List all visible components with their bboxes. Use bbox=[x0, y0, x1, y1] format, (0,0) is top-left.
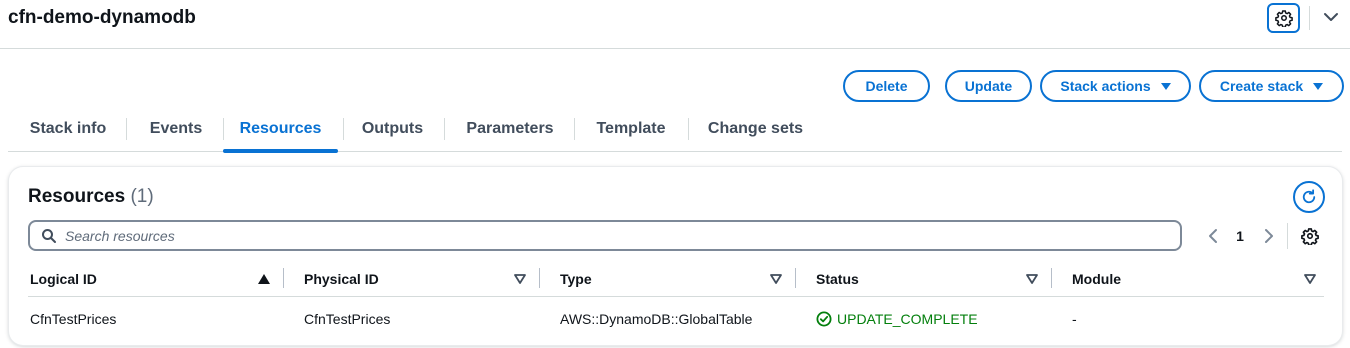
cell-type: AWS::DynamoDB::GlobalTable bbox=[560, 311, 753, 327]
sort-icon[interactable] bbox=[513, 272, 527, 286]
column-resizer[interactable] bbox=[795, 268, 796, 288]
tab-divider bbox=[574, 118, 575, 140]
header-divider bbox=[1309, 6, 1310, 30]
tab-label: Change sets bbox=[707, 119, 804, 137]
resources-heading: Resources (1) bbox=[28, 186, 154, 208]
delete-button-label: Delete bbox=[865, 78, 908, 94]
tab-divider bbox=[343, 118, 344, 140]
next-page-button[interactable] bbox=[1259, 225, 1279, 247]
column-header-status[interactable]: Status bbox=[816, 265, 859, 293]
tab-divider bbox=[444, 118, 445, 140]
cell-physical-id: CfnTestPrices bbox=[304, 311, 391, 327]
page-header: cfn-demo-dynamodb bbox=[0, 0, 1350, 49]
stack-tabs: Stack info Events Resources Outputs Para… bbox=[8, 106, 1342, 153]
resources-count: (1) bbox=[130, 186, 154, 207]
tab-label: Template bbox=[596, 119, 666, 137]
update-button-label: Update bbox=[964, 78, 1013, 94]
search-icon bbox=[41, 228, 57, 244]
caret-down-icon bbox=[1313, 82, 1324, 90]
column-header-logical-id[interactable]: Logical ID bbox=[30, 265, 97, 293]
tab-parameters[interactable]: Parameters bbox=[455, 106, 565, 151]
update-button[interactable]: Update bbox=[945, 70, 1032, 102]
sort-ascending-icon[interactable] bbox=[257, 272, 271, 286]
tab-label: Stack info bbox=[29, 119, 107, 137]
column-header-label: Logical ID bbox=[30, 271, 97, 287]
tab-stack-info[interactable]: Stack info bbox=[18, 106, 118, 151]
gear-icon bbox=[1274, 9, 1293, 27]
tab-label: Resources bbox=[239, 119, 322, 137]
sort-icon[interactable] bbox=[769, 272, 783, 286]
tab-change-sets[interactable]: Change sets bbox=[698, 106, 813, 151]
column-header-label: Module bbox=[1072, 271, 1121, 287]
tab-outputs[interactable]: Outputs bbox=[350, 106, 435, 151]
tab-divider bbox=[688, 118, 689, 140]
check-circle-icon bbox=[816, 311, 832, 327]
previous-page-button[interactable] bbox=[1203, 225, 1223, 247]
tab-template[interactable]: Template bbox=[583, 106, 679, 151]
column-header-type[interactable]: Type bbox=[560, 265, 592, 293]
chevron-right-icon bbox=[1263, 228, 1275, 244]
delete-button[interactable]: Delete bbox=[843, 70, 930, 102]
pagination-divider bbox=[1287, 223, 1288, 249]
status-text: UPDATE_COMPLETE bbox=[837, 311, 978, 327]
refresh-button[interactable] bbox=[1293, 181, 1325, 213]
create-stack-dropdown[interactable]: Create stack bbox=[1199, 70, 1344, 102]
chevron-down-icon bbox=[1323, 9, 1339, 25]
collapse-header-button[interactable] bbox=[1318, 4, 1344, 30]
page-number-button[interactable]: 1 bbox=[1231, 225, 1249, 247]
column-resizer[interactable] bbox=[1051, 268, 1052, 288]
table-header-divider bbox=[28, 296, 1324, 297]
tab-divider bbox=[126, 118, 127, 140]
tab-events[interactable]: Events bbox=[136, 106, 216, 151]
sort-icon[interactable] bbox=[1303, 272, 1317, 286]
column-header-label: Type bbox=[560, 271, 592, 287]
column-header-label: Physical ID bbox=[304, 271, 379, 287]
column-resizer[interactable] bbox=[283, 268, 284, 288]
stack-actions-label: Stack actions bbox=[1060, 78, 1151, 94]
column-resizer[interactable] bbox=[539, 268, 540, 288]
search-input[interactable] bbox=[65, 227, 1065, 244]
table-preferences-button[interactable] bbox=[1299, 225, 1321, 247]
search-box[interactable] bbox=[28, 220, 1182, 251]
resources-panel: Resources (1) 1 bbox=[9, 167, 1342, 345]
column-header-label: Status bbox=[816, 271, 859, 287]
refresh-icon bbox=[1300, 188, 1318, 206]
column-header-module[interactable]: Module bbox=[1072, 265, 1121, 293]
gear-icon bbox=[1301, 227, 1319, 245]
page-title: cfn-demo-dynamodb bbox=[8, 7, 196, 28]
stack-actions-dropdown[interactable]: Stack actions bbox=[1040, 70, 1191, 102]
sort-icon[interactable] bbox=[1025, 272, 1039, 286]
cell-module: - bbox=[1072, 311, 1077, 327]
active-tab-indicator bbox=[223, 149, 338, 153]
tab-label: Events bbox=[149, 119, 203, 137]
cell-logical-id: CfnTestPrices bbox=[30, 311, 117, 327]
tab-label: Parameters bbox=[466, 119, 554, 137]
tab-label: Outputs bbox=[361, 119, 424, 137]
tab-resources[interactable]: Resources bbox=[223, 106, 338, 153]
settings-button[interactable] bbox=[1267, 3, 1300, 33]
caret-down-icon bbox=[1160, 82, 1171, 90]
chevron-left-icon bbox=[1207, 228, 1219, 244]
create-stack-label: Create stack bbox=[1219, 78, 1304, 94]
status-badge: UPDATE_COMPLETE bbox=[816, 308, 978, 330]
resources-title: Resources bbox=[28, 186, 126, 207]
column-header-physical-id[interactable]: Physical ID bbox=[304, 265, 379, 293]
